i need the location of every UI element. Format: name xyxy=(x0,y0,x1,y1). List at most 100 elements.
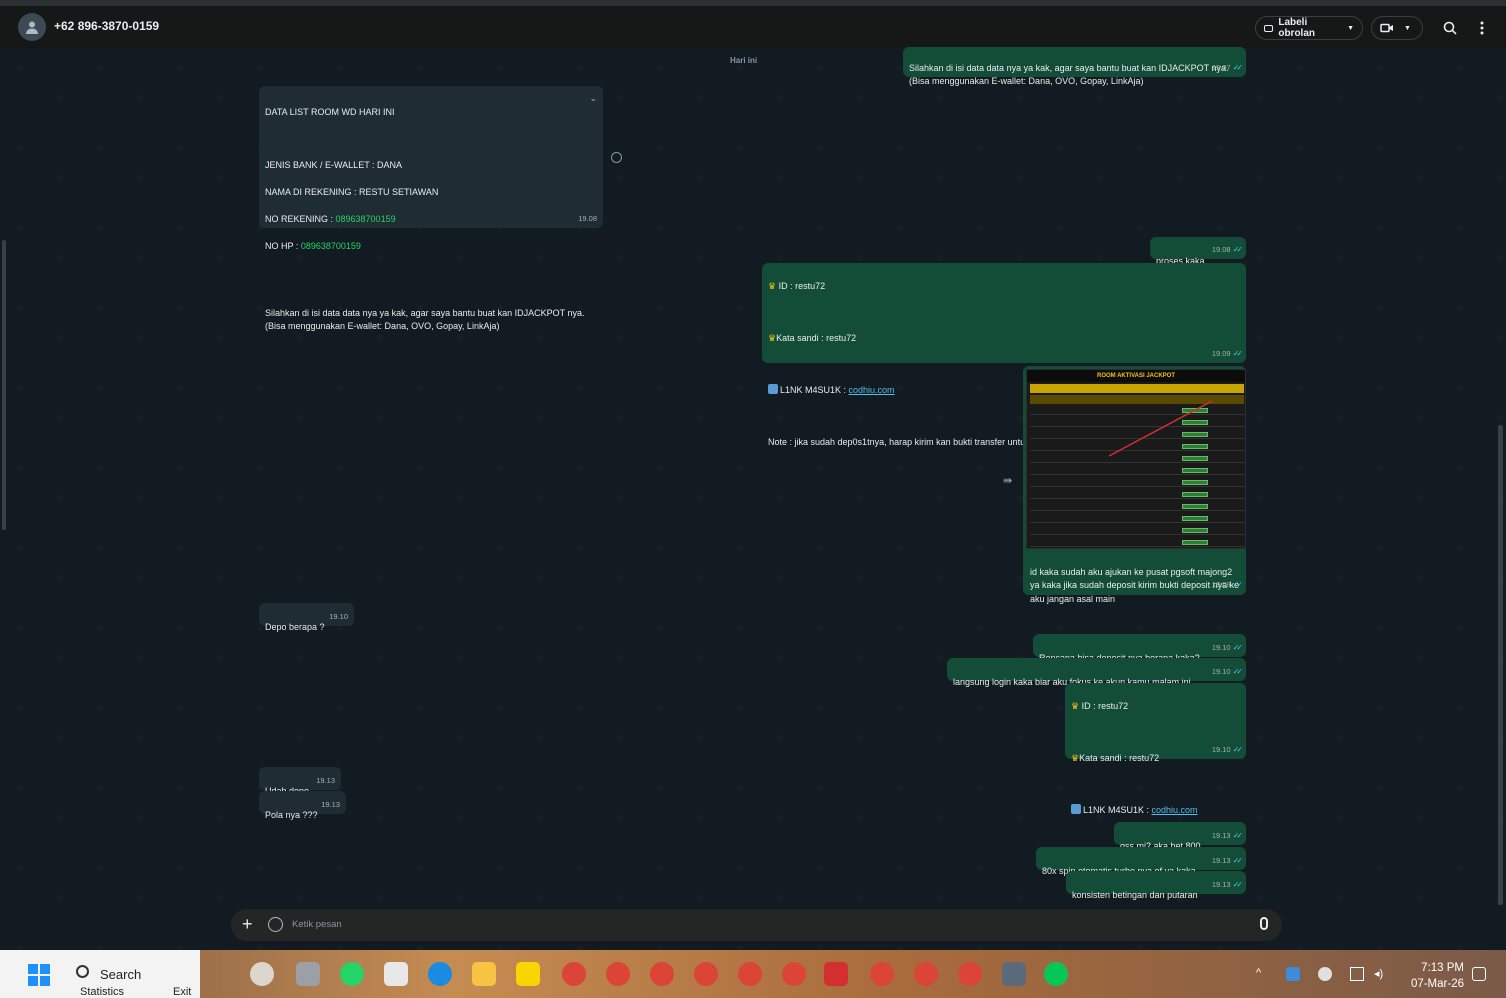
message-input[interactable]: Ketik pesan xyxy=(292,919,342,930)
message-meta: 19.10 xyxy=(329,610,348,624)
phone-number[interactable]: 089638700159 xyxy=(301,241,361,251)
label-chat-button[interactable]: Labeli obrolan ▼ xyxy=(1255,16,1363,40)
contact-name[interactable]: +62 896-3870-0159 xyxy=(54,19,159,33)
message-in[interactable]: Pola nya ??? 19.13 xyxy=(259,791,346,820)
chrome-icon[interactable] xyxy=(606,962,630,986)
search-icon xyxy=(1443,21,1457,35)
chevron-up-icon[interactable]: ^ xyxy=(1256,967,1270,981)
chat-header: +62 896-3870-0159 Labeli obrolan ▼ ▼ xyxy=(0,6,1506,48)
double-check-icon: ✓✓ xyxy=(1232,879,1244,889)
image-row xyxy=(1030,490,1244,499)
message-meta: 19.13 xyxy=(321,798,340,812)
chrome-icon[interactable] xyxy=(650,962,674,986)
chrome-icon[interactable] xyxy=(738,962,762,986)
image-row xyxy=(1030,526,1244,535)
message-title: DATA LIST ROOM WD HARI INI xyxy=(265,106,395,117)
link-label: L1NK M4SU1K : xyxy=(780,385,849,395)
image-caption: id kaka sudah aku ajukan ke pusat pgsoft… xyxy=(1026,550,1246,604)
avatar[interactable] xyxy=(18,13,46,41)
edge-icon[interactable] xyxy=(428,962,452,986)
red-arrow-annotation xyxy=(1108,400,1213,457)
notification-icon[interactable] xyxy=(1472,967,1486,981)
message-time: 19.09 xyxy=(1211,579,1231,589)
message-in[interactable]: DATA LIST ROOM WD HARI INI JENIS BANK / … xyxy=(259,86,603,331)
chrome-icon[interactable] xyxy=(782,962,806,986)
message-meta: 19.10 ✓✓ xyxy=(1212,743,1244,756)
message-out[interactable]: ♛ ID : restu72 ♛Kata sandi : restu72 L1N… xyxy=(1065,683,1246,815)
sticker-icon[interactable] xyxy=(268,917,283,932)
link-label: L1NK M4SU1K : xyxy=(1083,805,1152,815)
message-out[interactable]: langsung login kaka biar aku fokus ke ak… xyxy=(947,658,1246,687)
chrome-icon[interactable] xyxy=(870,962,894,986)
message-in[interactable]: Depo berapa ? 19.10 xyxy=(259,603,354,632)
message-time: 19.13 xyxy=(1211,879,1231,889)
login-link[interactable]: codhiu.com xyxy=(1152,805,1198,815)
message-meta: 19.13 ✓✓ xyxy=(1211,878,1244,892)
double-check-icon: ✓✓ xyxy=(1232,745,1244,754)
windows-start-icon[interactable] xyxy=(28,964,50,986)
message-time: 19.13 xyxy=(316,775,335,785)
whatsapp-icon[interactable] xyxy=(340,962,364,986)
microphone-icon[interactable] xyxy=(1260,917,1268,930)
message-meta: 19.08 ✓✓ xyxy=(1211,243,1243,257)
statistics-label[interactable]: Statistics xyxy=(80,986,124,998)
text-editor-icon[interactable] xyxy=(384,962,408,986)
message-in[interactable]: Udah depo 19.13 xyxy=(259,767,341,796)
chevron-down-icon[interactable]: ⌄ xyxy=(589,92,597,106)
task-view-icon[interactable] xyxy=(296,962,320,986)
menu-button[interactable] xyxy=(1472,18,1492,38)
login-link[interactable]: codhiu.com xyxy=(849,385,895,395)
monitor-icon[interactable] xyxy=(1350,967,1364,981)
taskbar-search[interactable]: Search xyxy=(100,967,141,982)
image-row xyxy=(1030,502,1244,511)
exit-label[interactable]: Exit xyxy=(173,986,191,998)
account-number[interactable]: 089638700159 xyxy=(336,214,396,224)
message-meta: 19.13 ✓✓ xyxy=(1212,854,1244,868)
message-out[interactable]: Rencana bisa deposit nya berapa kaka? 19… xyxy=(1033,634,1246,663)
double-check-icon: ✓✓ xyxy=(1232,830,1244,840)
owl-app-icon[interactable] xyxy=(250,962,274,986)
taskbar-clock[interactable]: 7:13 PM 07-Mar-26 xyxy=(1408,960,1464,992)
image-row xyxy=(1030,466,1244,475)
message-out[interactable]: ♛ ID : restu72 ♛Kata sandi : restu72 L1N… xyxy=(762,263,1246,447)
message-time: 19.10 xyxy=(1211,666,1231,676)
app-window-icon[interactable] xyxy=(1002,962,1026,986)
more-vertical-icon xyxy=(1480,21,1484,35)
file-explorer-icon[interactable] xyxy=(472,962,496,986)
chrome-icon[interactable] xyxy=(958,962,982,986)
message-out[interactable]: konsisten betingan dan putaran 19.13 ✓✓ xyxy=(1066,871,1246,900)
crown-icon: ♛ xyxy=(1071,701,1080,711)
password-text: Kata sandi : restu72 xyxy=(1079,753,1160,763)
forward-icon[interactable]: ⇛ xyxy=(1003,474,1012,487)
sticky-notes-icon[interactable] xyxy=(516,962,540,986)
image-row xyxy=(1030,514,1244,523)
message-time: 19.10 xyxy=(1211,642,1231,652)
attach-plus-icon[interactable]: + xyxy=(242,915,253,933)
chevron-down-icon: ▼ xyxy=(1347,24,1354,32)
message-time: 19.09 xyxy=(1211,349,1231,358)
double-check-icon: ✓✓ xyxy=(1232,855,1244,865)
cloud-sync-icon[interactable] xyxy=(1286,967,1300,981)
left-scrollbar[interactable] xyxy=(2,240,6,530)
message-out[interactable]: Silahkan di isi data data nya ya kak, ag… xyxy=(903,47,1246,86)
speaker-icon[interactable]: ◂) xyxy=(1374,967,1388,981)
message-time: 19.08 xyxy=(1211,244,1231,254)
message-meta: 19.09 ✓✓ xyxy=(1211,578,1243,592)
chrome-icon[interactable] xyxy=(694,962,718,986)
line-app-icon[interactable] xyxy=(1044,962,1068,986)
jackpot-image[interactable]: ROOM AKTIVASI JACKPOT xyxy=(1026,369,1246,549)
chrome-icon[interactable] xyxy=(562,962,586,986)
onedrive-icon[interactable] xyxy=(1318,967,1332,981)
account-line: NO REKENING : 089638700159 xyxy=(265,213,597,227)
message-out[interactable]: 80x spin otomatis turbo nya of ya kaka 1… xyxy=(1036,847,1246,876)
chrome-icon[interactable] xyxy=(914,962,938,986)
message-time: 19.08 xyxy=(578,213,597,223)
wps-office-icon[interactable] xyxy=(824,962,848,986)
message-out[interactable]: proses kaka 19.08 ✓✓ xyxy=(1150,237,1246,266)
message-out[interactable]: gss mj2 aka bet 800 19.13 ✓✓ xyxy=(1114,822,1246,851)
search-button[interactable] xyxy=(1440,18,1460,38)
react-emoji-icon[interactable] xyxy=(611,152,622,163)
label-chat-text: Labeli obrolan xyxy=(1278,17,1316,39)
video-call-button[interactable]: ▼ xyxy=(1371,16,1423,40)
chat-scrollbar[interactable] xyxy=(1498,425,1503,905)
